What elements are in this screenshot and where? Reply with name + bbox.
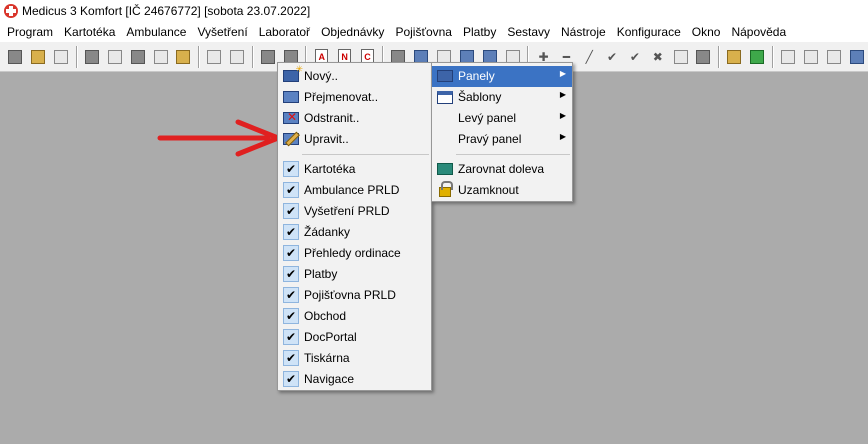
submenu-item-pravy-panel[interactable]: Pravý panel ▶ [432,129,572,150]
toolbar-monitor-icon[interactable] [205,47,224,67]
menu-item-panel-navigace[interactable]: ✔ Navigace [278,369,431,390]
menu-ambulance[interactable]: Ambulance [121,25,192,39]
rename-panel-icon [282,89,300,105]
menu-nastroje[interactable]: Nástroje [556,25,612,39]
menu-program[interactable]: Program [2,25,59,39]
submenu-item-panely[interactable]: Panely ▶ [432,66,572,87]
submenu-arrow-icon: ▶ [559,111,566,120]
medicus-app-icon [4,4,18,18]
submenu-item-levy-panel[interactable]: Levý panel ▶ [432,108,572,129]
toolbar-cancel-icon[interactable]: ✖ [648,47,667,67]
toolbar-ambulance-icon[interactable] [83,47,102,67]
menu-item-panel-vysetreni[interactable]: ✔ Vyšetření PRLD [278,201,431,222]
check-icon: ✔ [282,203,300,219]
check-icon: ✔ [282,245,300,261]
menu-item-panel-ambulance[interactable]: ✔ Ambulance PRLD [278,180,431,201]
check-icon: ✔ [282,350,300,366]
panels-context-menu: Nový.. Přejmenovat.. Odstranit.. Upravit… [277,62,432,391]
toolbar-sync-icon[interactable] [748,47,767,67]
menu-item-panel-tiskarna[interactable]: ✔ Tiskárna [278,348,431,369]
toolbar-separator [251,45,254,68]
toolbar-pen-icon[interactable]: ╱ [580,47,599,67]
delete-panel-icon [282,110,300,126]
menu-laborator[interactable]: Laboratoř [254,25,316,39]
submenu-item-sablony[interactable]: Šablony ▶ [432,87,572,108]
toolbar-layout-icon[interactable] [779,47,798,67]
toolbar-separator [75,45,78,68]
toolbar-separator [197,45,200,68]
toolbar-screen-icon[interactable] [228,47,247,67]
check-icon: ✔ [282,161,300,177]
submenu-arrow-icon: ▶ [559,90,566,99]
submenu-arrow-icon: ▶ [559,69,566,78]
menu-item-rename[interactable]: Přejmenovat.. [278,87,431,108]
menu-item-panel-prehledy[interactable]: ✔ Přehledy ordinace [278,243,431,264]
title-bar: Medicus 3 Komfort [IČ 24676772] [sobota … [0,0,868,22]
menu-item-panel-pojistovna[interactable]: ✔ Pojišťovna PRLD [278,285,431,306]
toolbar-binoculars-icon[interactable] [694,47,713,67]
toolbar-device-icon[interactable] [52,47,71,67]
toolbar-card-icon[interactable] [29,47,48,67]
window-title: Medicus 3 Komfort [IČ 24676772] [sobota … [22,4,311,18]
toolbar-patients-icon[interactable] [6,47,25,67]
menu-item-panel-kartoteka[interactable]: ✔ Kartotéka [278,159,431,180]
toolbar-exit-icon[interactable] [725,47,744,67]
edit-panel-icon [282,131,300,147]
check-icon: ✔ [282,224,300,240]
align-left-icon [436,161,454,177]
toolbar-disk-icon[interactable] [847,47,866,67]
menu-item-edit[interactable]: Upravit.. [278,129,431,150]
menu-kartoteka[interactable]: Kartotéka [59,25,121,39]
panels-submenu: Panely ▶ Šablony ▶ Levý panel ▶ Pravý pa… [431,62,573,202]
menu-separator [302,154,429,155]
new-panel-icon [282,64,303,84]
toolbar-doctor-icon[interactable] [128,47,147,67]
toolbar-document-icon[interactable] [105,47,124,67]
menu-okno[interactable]: Okno [687,25,727,39]
templates-icon [436,89,454,105]
toolbar-check-all-icon[interactable]: ✔ [625,47,644,67]
menu-platby[interactable]: Platby [458,25,502,39]
panels-icon [436,68,454,84]
toolbar-sheet-icon[interactable] [824,47,843,67]
submenu-item-align-left[interactable]: Zarovnat doleva [432,159,572,180]
submenu-arrow-icon: ▶ [559,132,566,141]
check-icon: ✔ [282,371,300,387]
check-icon: ✔ [282,287,300,303]
menu-sestavy[interactable]: Sestavy [502,25,556,39]
menu-item-panel-docportal[interactable]: ✔ DocPortal [278,327,431,348]
toolbar-users-icon[interactable] [259,47,278,67]
toolbar-folder-icon[interactable] [174,47,193,67]
submenu-item-lock[interactable]: Uzamknout [432,180,572,201]
lock-icon [436,181,454,198]
menu-bar: Program Kartotéka Ambulance Vyšetření La… [0,22,868,42]
toolbar-window-icon[interactable] [802,47,821,67]
red-annotation-arrow-icon [157,119,281,157]
toolbar-lab-icon[interactable] [151,47,170,67]
menu-konfigurace[interactable]: Konfigurace [612,25,687,39]
menu-pojistovna[interactable]: Pojišťovna [390,25,458,39]
menu-objednavky[interactable]: Objednávky [316,25,390,39]
menu-napoveda[interactable]: Nápověda [726,25,792,39]
check-icon: ✔ [282,329,300,345]
check-icon: ✔ [282,308,300,324]
check-icon: ✔ [282,266,300,282]
check-icon: ✔ [282,182,300,198]
menu-item-panel-platby[interactable]: ✔ Platby [278,264,431,285]
menu-item-delete[interactable]: Odstranit.. [278,108,431,129]
menu-item-panel-obchod[interactable]: ✔ Obchod [278,306,431,327]
toolbar-print-icon[interactable] [671,47,690,67]
toolbar-separator [717,45,720,68]
menu-vysetreni[interactable]: Vyšetření [192,25,253,39]
menu-separator [456,154,570,155]
toolbar-check-icon[interactable]: ✔ [603,47,622,67]
menu-item-panel-zadanky[interactable]: ✔ Žádanky [278,222,431,243]
toolbar-separator [771,45,774,68]
menu-item-new[interactable]: Nový.. [278,64,431,87]
